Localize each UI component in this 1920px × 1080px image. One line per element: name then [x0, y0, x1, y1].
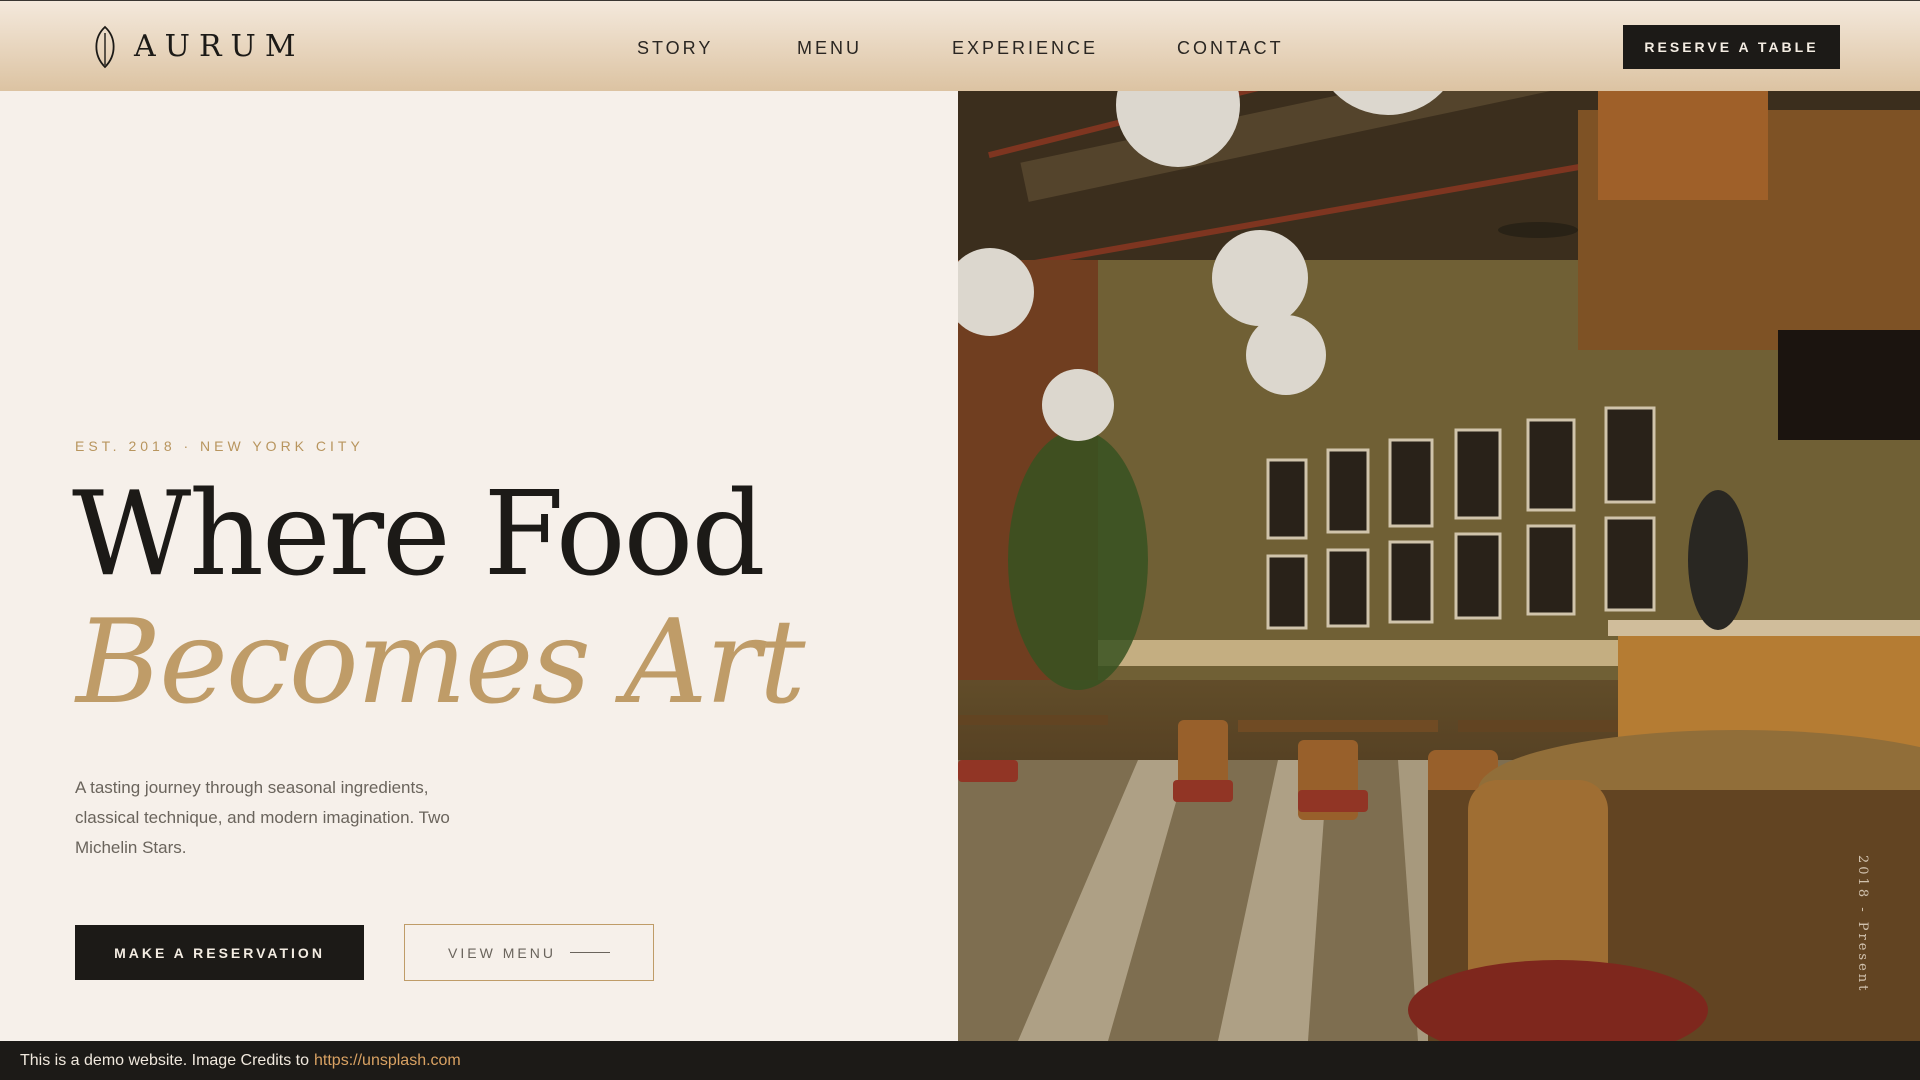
- restaurant-illustration: [958, 0, 1920, 1041]
- image-credits-link[interactable]: https://unsplash.com: [314, 1052, 461, 1070]
- hero-headline: Where Food: [72, 467, 766, 602]
- demo-notice-text: This is a demo website. Image Credits to: [20, 1051, 310, 1069]
- site-header: AURUM STORY MENU EXPERIENCE CONTACT RESE…: [0, 0, 1920, 91]
- view-menu-label: VIEW MENU: [448, 944, 556, 961]
- view-menu-button[interactable]: VIEW MENU: [404, 924, 654, 981]
- nav-menu[interactable]: MENU: [797, 35, 862, 61]
- nav-experience[interactable]: EXPERIENCE: [952, 35, 1098, 61]
- hero-description: A tasting journey through seasonal ingre…: [75, 778, 450, 857]
- vertical-caption: 2018 - Present: [1855, 855, 1870, 994]
- make-reservation-button[interactable]: MAKE A RESERVATION: [75, 925, 364, 980]
- demo-notice-bar: This is a demo website. Image Credits to…: [0, 1041, 1920, 1080]
- reserve-table-button[interactable]: RESERVE A TABLE: [1623, 25, 1840, 69]
- nav-contact[interactable]: CONTACT: [1177, 35, 1284, 61]
- hero-eyebrow: EST. 2018 · NEW YORK CITY: [75, 438, 364, 454]
- restaurant-interior-photo: 2018 - Present: [958, 0, 1920, 1041]
- arrow-line-icon: [569, 952, 610, 953]
- hero-headline-accent: Becomes Art: [76, 595, 806, 730]
- nav-story[interactable]: STORY: [637, 35, 713, 61]
